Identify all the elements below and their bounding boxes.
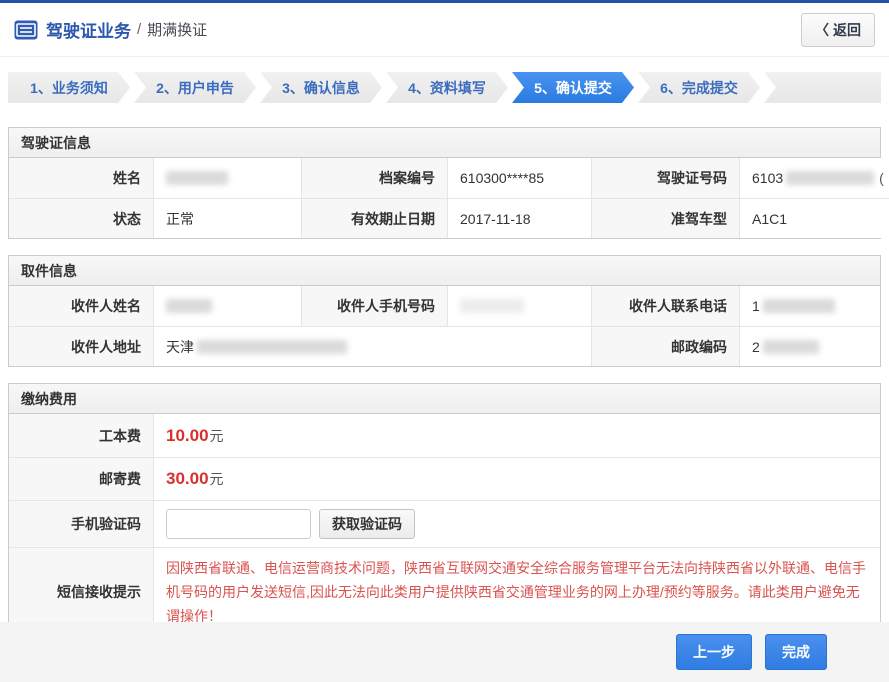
fee-label-postage: 邮寄费	[9, 457, 153, 500]
field-value-license-no: 6103(	[739, 158, 889, 198]
field-label-recipient-address: 收件人地址	[9, 326, 153, 366]
fee-value-postage: 30.00元	[153, 457, 880, 500]
tab-step-6[interactable]: 6、完成提交	[638, 72, 760, 103]
field-value-name	[153, 158, 301, 198]
field-label-status: 状态	[9, 198, 153, 238]
tab-step-2[interactable]: 2、用户申告	[134, 72, 256, 103]
fee-value-production: 10.00元	[153, 414, 880, 457]
header: 驾驶证业务 / 期满换证 〈 返回	[0, 3, 889, 57]
back-button-label: 返回	[833, 20, 861, 40]
tab-step-3[interactable]: 3、确认信息	[260, 72, 382, 103]
field-label-recipient-name: 收件人姓名	[9, 286, 153, 326]
field-value-file-no: 610300****85	[447, 158, 591, 198]
field-label-name: 姓名	[9, 158, 153, 198]
field-value-recipient-name	[153, 286, 301, 326]
finish-button[interactable]: 完成	[765, 634, 827, 670]
page-title: 驾驶证业务	[46, 17, 131, 42]
field-label-valid-until: 有效期止日期	[301, 198, 447, 238]
get-sms-code-button[interactable]: 获取验证码	[319, 509, 415, 539]
field-label-license-no: 驾驶证号码	[591, 158, 739, 198]
previous-step-button[interactable]: 上一步	[676, 634, 752, 670]
section-title-license: 驾驶证信息	[9, 128, 880, 158]
section-title-pickup: 取件信息	[9, 256, 880, 286]
footer-bar: 上一步 完成	[0, 622, 889, 682]
main-content: 1、业务须知 2、用户申告 3、确认信息 4、资料填写 5、确认提交 6、完成提…	[0, 72, 889, 637]
fee-label-production: 工本费	[9, 414, 153, 457]
tab-filler	[764, 72, 881, 103]
field-label-file-no: 档案编号	[301, 158, 447, 198]
tab-step-5[interactable]: 5、确认提交	[512, 72, 634, 103]
sms-code-field: 获取验证码	[153, 500, 880, 547]
page: 驾驶证业务 / 期满换证 〈 返回 1、业务须知 2、用户申告 3、确认信息 4…	[0, 0, 889, 682]
section-license-info: 驾驶证信息 姓名 档案编号 610300****85 驾驶证号码 6103( 状…	[8, 127, 881, 239]
section-pickup-info: 取件信息 收件人姓名 收件人手机号码 收件人联系电话 1 收件人地址 天津 邮政…	[8, 255, 881, 367]
back-button[interactable]: 〈 返回	[801, 13, 875, 47]
field-label-vehicle-class: 准驾车型	[591, 198, 739, 238]
field-value-postal-code: 2	[739, 326, 880, 366]
tab-step-1[interactable]: 1、业务须知	[8, 72, 130, 103]
field-label-recipient-mobile: 收件人手机号码	[301, 286, 447, 326]
section-fees: 缴纳费用 工本费 10.00元 邮寄费 30.00元 手机验证码 获取验证码 短…	[8, 383, 881, 637]
chevron-left-icon: 〈	[815, 20, 829, 40]
field-value-status: 正常	[153, 198, 301, 238]
field-value-vehicle-class: A1C1	[739, 198, 889, 238]
license-card-icon	[14, 20, 38, 40]
field-label-postal-code: 邮政编码	[591, 326, 739, 366]
field-value-recipient-phone: 1	[739, 286, 880, 326]
section-title-fees: 缴纳费用	[9, 384, 880, 414]
field-value-recipient-mobile	[447, 286, 591, 326]
step-tabs: 1、业务须知 2、用户申告 3、确认信息 4、资料填写 5、确认提交 6、完成提…	[8, 72, 881, 103]
sms-code-input[interactable]	[166, 509, 311, 539]
sms-code-label: 手机验证码	[9, 500, 153, 547]
field-label-recipient-phone: 收件人联系电话	[591, 286, 739, 326]
field-value-valid-until: 2017-11-18	[447, 198, 591, 238]
field-value-recipient-address: 天津	[153, 326, 591, 366]
tab-step-4[interactable]: 4、资料填写	[386, 72, 508, 103]
breadcrumb-divider: /	[137, 21, 141, 38]
breadcrumb-current: 期满换证	[147, 19, 207, 40]
